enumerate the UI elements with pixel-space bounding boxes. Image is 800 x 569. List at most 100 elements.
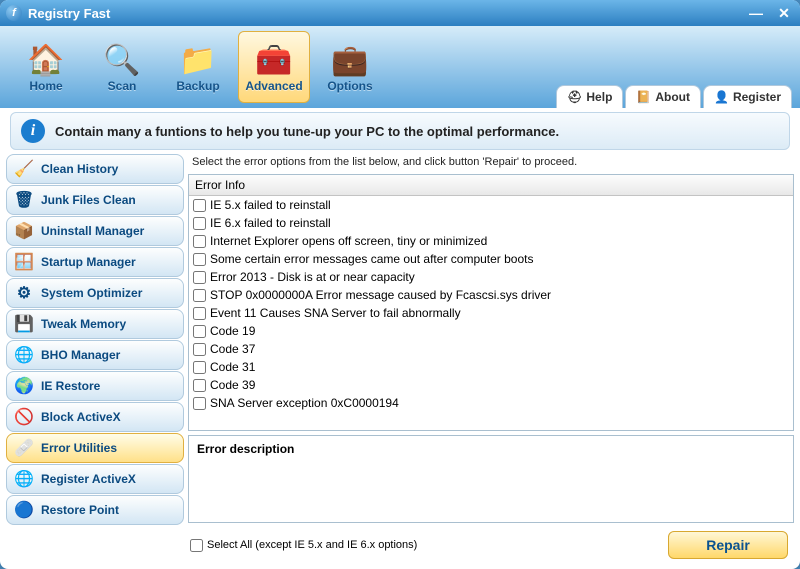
backup-icon: 📁 — [179, 41, 216, 79]
sidebar-icon: 🧹 — [15, 160, 33, 178]
desc-label: Error description — [197, 442, 294, 456]
sidebar-item-label: Error Utilities — [41, 441, 117, 455]
list-header: Error Info — [189, 175, 793, 196]
error-checkbox[interactable] — [193, 397, 206, 410]
error-label: Event 11 Causes SNA Server to fail abnor… — [210, 306, 461, 320]
error-label: Code 39 — [210, 378, 255, 392]
options-icon: 💼 — [331, 41, 368, 79]
sidebar-item-label: Startup Manager — [41, 255, 136, 269]
sidebar-item-label: Register ActiveX — [41, 472, 136, 486]
error-label: IE 6.x failed to reinstall — [210, 216, 331, 230]
list-item[interactable]: Event 11 Causes SNA Server to fail abnor… — [189, 304, 793, 322]
list-item[interactable]: Code 19 — [189, 322, 793, 340]
sidebar-item-label: Clean History — [41, 162, 118, 176]
toolbar-backup[interactable]: 📁Backup — [162, 31, 234, 103]
list-item[interactable]: Internet Explorer opens off screen, tiny… — [189, 232, 793, 250]
tab-help[interactable]: ⛑ Help — [556, 85, 623, 108]
sidebar-item-block-activex[interactable]: 🚫 Block ActiveX — [6, 402, 184, 432]
error-checkbox[interactable] — [193, 325, 206, 338]
tab-label: Help — [586, 90, 612, 104]
error-list: Error Info IE 5.x failed to reinstallIE … — [188, 174, 794, 431]
sidebar-item-clean-history[interactable]: 🧹 Clean History — [6, 154, 184, 184]
error-label: SNA Server exception 0xC0000194 — [210, 396, 399, 410]
toolbar-label: Home — [29, 79, 62, 93]
sidebar-item-tweak-memory[interactable]: 💾Tweak Memory — [6, 309, 184, 339]
error-checkbox[interactable] — [193, 253, 206, 266]
repair-button[interactable]: Repair — [668, 531, 788, 559]
error-checkbox[interactable] — [193, 289, 206, 302]
sidebar-item-label: Restore Point — [41, 503, 119, 517]
sidebar-item-system-optimizer[interactable]: ⚙System Optimizer — [6, 278, 184, 308]
info-icon: i — [21, 119, 45, 143]
home-icon: 🏠 — [27, 41, 64, 79]
sidebar-item-bho-manager[interactable]: 🌐BHO Manager — [6, 340, 184, 370]
error-checkbox[interactable] — [193, 343, 206, 356]
minimize-button[interactable]: — — [746, 5, 766, 21]
app-icon: f — [6, 5, 22, 21]
error-label: Some certain error messages came out aft… — [210, 252, 533, 266]
sidebar-item-label: IE Restore — [41, 379, 100, 393]
sidebar-item-register-activex[interactable]: 🌐 Register ActiveX — [6, 464, 184, 494]
list-item[interactable]: Code 31 — [189, 358, 793, 376]
error-checkbox[interactable] — [193, 379, 206, 392]
error-label: Internet Explorer opens off screen, tiny… — [210, 234, 487, 248]
sidebar-icon: 🩹 — [15, 439, 33, 457]
sidebar-item-label: BHO Manager — [41, 348, 120, 362]
error-label: Code 31 — [210, 360, 255, 374]
error-checkbox[interactable] — [193, 307, 206, 320]
register-icon: 👤 — [714, 90, 729, 104]
select-all-label: Select All (except IE 5.x and IE 6.x opt… — [207, 539, 417, 551]
select-all-checkbox[interactable]: Select All (except IE 5.x and IE 6.x opt… — [190, 539, 417, 552]
sidebar-item-label: Tweak Memory — [41, 317, 126, 331]
error-label: Code 19 — [210, 324, 255, 338]
list-item[interactable]: IE 6.x failed to reinstall — [189, 214, 793, 232]
sidebar-item-ie-restore[interactable]: 🌍 IE Restore — [6, 371, 184, 401]
toolbar-scan[interactable]: 🔍Scan — [86, 31, 158, 103]
titlebar: f Registry Fast — ✕ — [0, 0, 800, 26]
list-item[interactable]: Some certain error messages came out aft… — [189, 250, 793, 268]
list-item[interactable]: STOP 0x0000000A Error message caused by … — [189, 286, 793, 304]
toolbar-options[interactable]: 💼Options — [314, 31, 386, 103]
error-label: Code 37 — [210, 342, 255, 356]
error-checkbox[interactable] — [193, 361, 206, 374]
toolbar-label: Advanced — [245, 79, 302, 93]
error-checkbox[interactable] — [193, 271, 206, 284]
error-checkbox[interactable] — [193, 217, 206, 230]
main-toolbar: 🏠Home🔍Scan📁Backup🧰Advanced💼Options ⛑Help… — [0, 26, 800, 108]
toolbar-advanced[interactable]: 🧰Advanced — [238, 31, 310, 103]
list-item[interactable]: SNA Server exception 0xC0000194 — [189, 394, 793, 412]
close-button[interactable]: ✕ — [774, 5, 794, 21]
sidebar-item-startup-manager[interactable]: 🪟 Startup Manager — [6, 247, 184, 277]
sidebar-item-label: Block ActiveX — [41, 410, 121, 424]
tab-register[interactable]: 👤 Register — [703, 85, 792, 108]
toolbar-home[interactable]: 🏠Home — [10, 31, 82, 103]
error-label: STOP 0x0000000A Error message caused by … — [210, 288, 551, 302]
sidebar-icon: 🌍 — [15, 377, 33, 395]
tab-label: Register — [733, 90, 781, 104]
list-item[interactable]: Error 2013 - Disk is at or near capacity — [189, 268, 793, 286]
select-all-input[interactable] — [190, 539, 203, 552]
scan-icon: 🔍 — [103, 41, 140, 79]
sidebar-icon: 🚫 — [15, 408, 33, 426]
error-checkbox[interactable] — [193, 235, 206, 248]
sidebar-item-uninstall-manager[interactable]: 📦Uninstall Manager — [6, 216, 184, 246]
list-item[interactable]: Code 37 — [189, 340, 793, 358]
sidebar-item-restore-point[interactable]: 🔵Restore Point — [6, 495, 184, 525]
error-checkbox[interactable] — [193, 199, 206, 212]
sidebar-item-junk-files-clean[interactable]: 🗑 Junk Files Clean — [6, 185, 184, 215]
toolbar-label: Scan — [108, 79, 137, 93]
sidebar-icon: 🪟 — [15, 253, 33, 271]
error-label: Error 2013 - Disk is at or near capacity — [210, 270, 415, 284]
list-body[interactable]: IE 5.x failed to reinstall IE 6.x failed … — [189, 196, 793, 430]
list-item[interactable]: Code 39 — [189, 376, 793, 394]
error-description-box: Error description — [188, 435, 794, 523]
sidebar-icon: 🌐 — [15, 470, 33, 488]
advanced-icon: 🧰 — [255, 41, 292, 79]
sidebar-item-error-utilities[interactable]: 🩹 Error Utilities — [6, 433, 184, 463]
tab-about[interactable]: 📔About — [625, 85, 701, 108]
sidebar-icon: 🗑 — [15, 191, 33, 209]
app-title: Registry Fast — [28, 6, 110, 21]
sidebar-item-label: Junk Files Clean — [41, 193, 136, 207]
list-item[interactable]: IE 5.x failed to reinstall — [189, 196, 793, 214]
help-icon: ⛑ — [567, 90, 582, 104]
